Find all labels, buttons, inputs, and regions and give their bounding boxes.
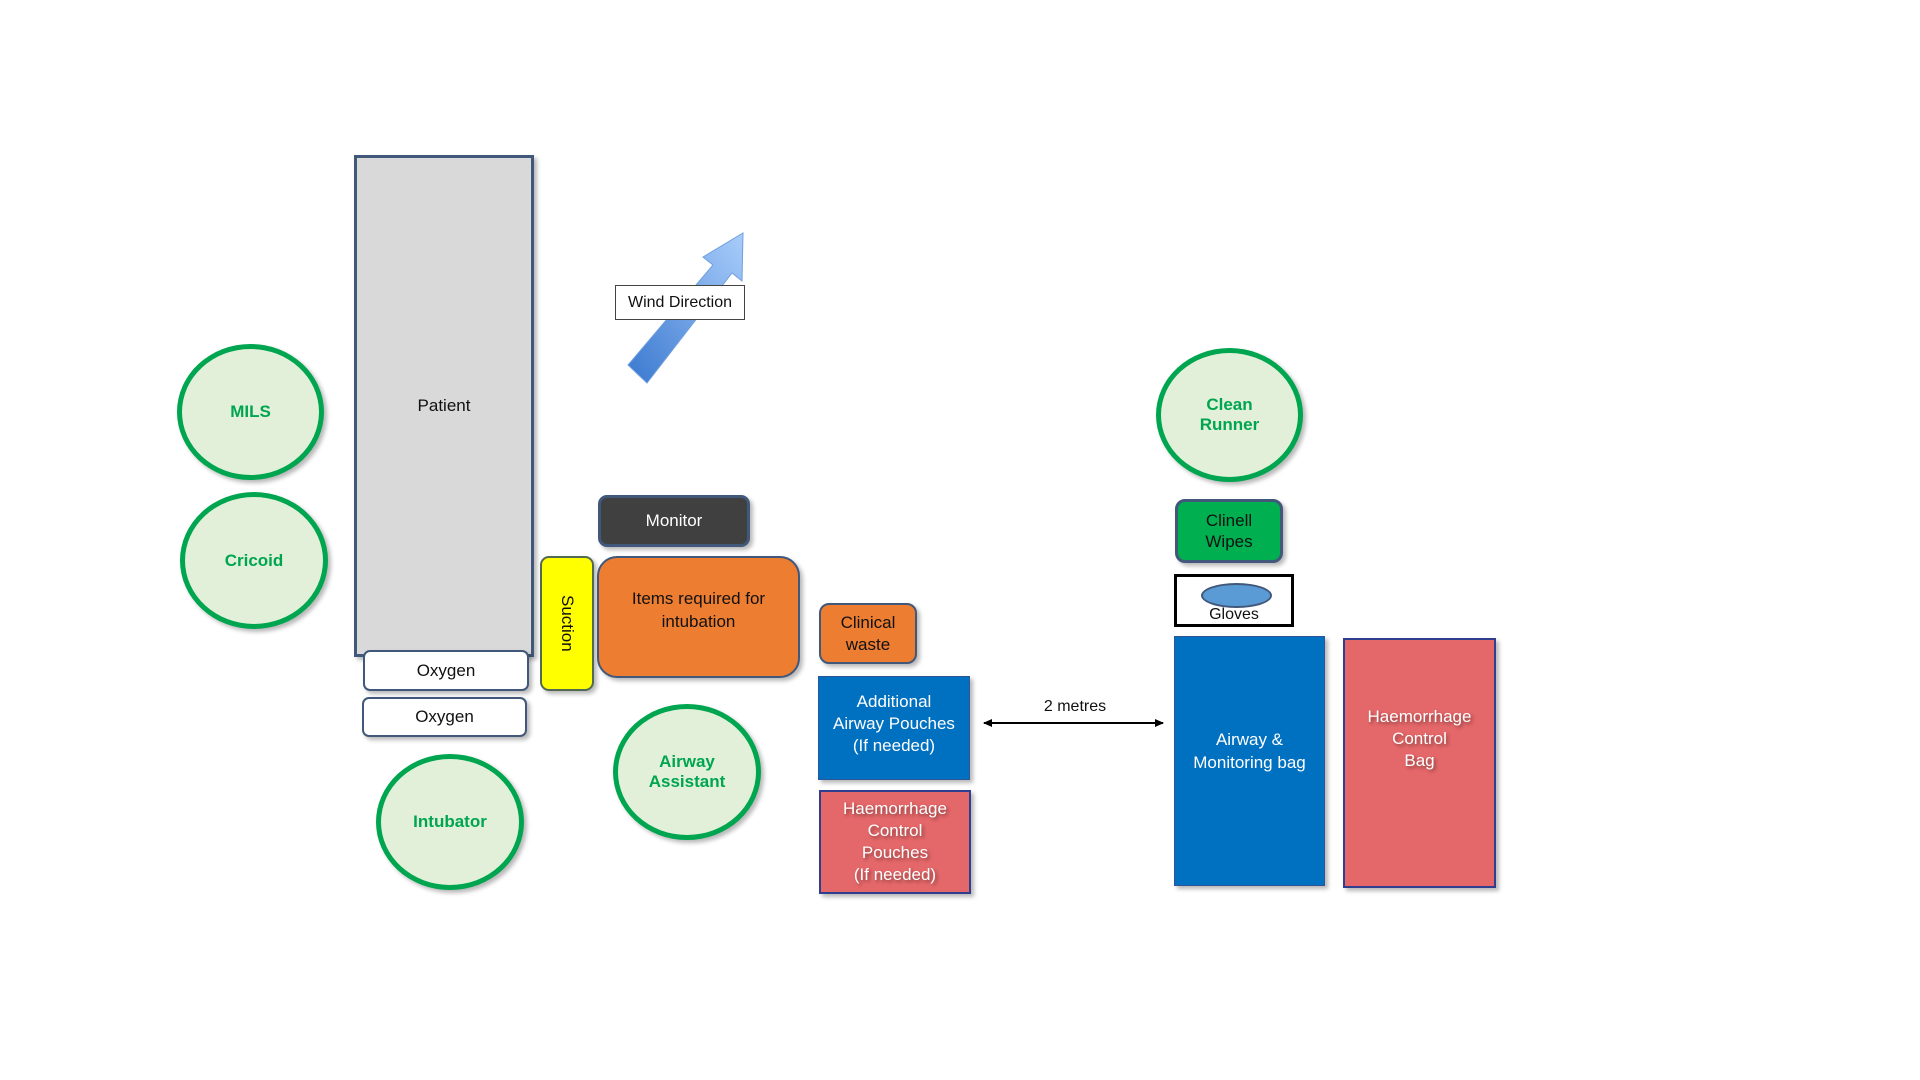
gloves-box: Gloves bbox=[1174, 574, 1294, 627]
role-intubator: Intubator bbox=[376, 754, 524, 890]
monitor: Monitor bbox=[598, 495, 750, 547]
oxygen-cylinder-2: Oxygen bbox=[362, 697, 527, 737]
patient-label: Patient bbox=[417, 396, 471, 415]
haemorrhage-control-bag: Haemorrhage Control Bag bbox=[1343, 638, 1496, 888]
airway-monitoring-bag: Airway & Monitoring bag bbox=[1174, 636, 1325, 886]
additional-airway-pouches: Additional Airway Pouches (If needed) bbox=[818, 676, 970, 780]
gloves-icon bbox=[1201, 583, 1272, 608]
role-mils: MILS bbox=[177, 344, 324, 480]
clinell-wipes: Clinell Wipes bbox=[1175, 499, 1283, 563]
clinical-waste: Clinical waste bbox=[819, 603, 917, 664]
distance-label: 2 metres bbox=[1043, 698, 1107, 715]
role-clean-runner: Clean Runner bbox=[1156, 348, 1303, 482]
suction-unit: Suction bbox=[540, 556, 594, 691]
intubation-items: Items required for intubation bbox=[597, 556, 800, 678]
oxygen-cylinder-1: Oxygen bbox=[363, 650, 529, 691]
wind-direction-label: Wind Direction bbox=[615, 285, 745, 320]
haemorrhage-control-pouches: Haemorrhage Control Pouches (If needed) bbox=[819, 790, 971, 894]
patient-stretcher: Patient bbox=[354, 155, 534, 657]
role-airway-assistant: Airway Assistant bbox=[613, 704, 761, 840]
role-cricoid: Cricoid bbox=[180, 492, 328, 629]
